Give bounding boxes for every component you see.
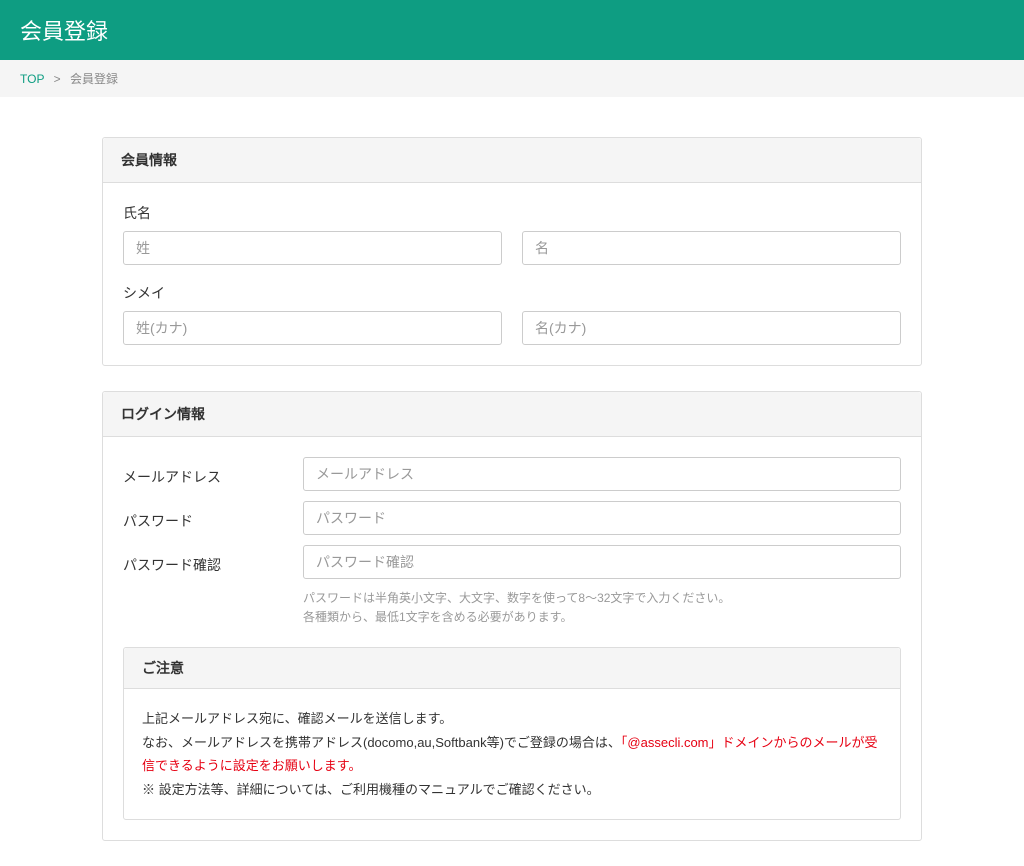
- notice-body: 上記メールアドレス宛に、確認メールを送信します。 なお、メールアドレスを携帯アド…: [124, 689, 900, 819]
- last-name-input[interactable]: [123, 231, 502, 265]
- password-input[interactable]: [303, 501, 901, 535]
- password-help-line2: 各種類から、最低1文字を含める必要があります。: [303, 608, 901, 627]
- email-label: メールアドレス: [123, 461, 303, 487]
- first-name-kana-input[interactable]: [522, 311, 901, 345]
- notice-line2a: なお、メールアドレスを携帯アドレス(docomo,au,Softbank等)でご…: [142, 735, 621, 750]
- page-title: 会員登録: [20, 19, 108, 44]
- page-header: 会員登録: [0, 0, 1024, 60]
- login-info-heading: ログイン情報: [103, 392, 921, 437]
- breadcrumb-current: 会員登録: [70, 72, 118, 86]
- notice-heading: ご注意: [124, 648, 900, 689]
- last-name-kana-input[interactable]: [123, 311, 502, 345]
- notice-line3: ※ 設定方法等、詳細については、ご利用機種のマニュアルでご確認ください。: [142, 778, 882, 801]
- password-confirm-label: パスワード確認: [123, 549, 303, 575]
- name-label: 氏名: [123, 203, 901, 223]
- breadcrumb: TOP > 会員登録: [0, 60, 1024, 97]
- password-confirm-input[interactable]: [303, 545, 901, 579]
- member-info-panel: 会員情報 氏名 シメイ: [102, 137, 922, 366]
- kana-label: シメイ: [123, 283, 901, 303]
- password-help-line1: パスワードは半角英小文字、大文字、数字を使って8～32文字で入力ください。: [303, 589, 901, 608]
- notice-line2: なお、メールアドレスを携帯アドレス(docomo,au,Softbank等)でご…: [142, 731, 882, 778]
- password-help-text: パスワードは半角英小文字、大文字、数字を使って8～32文字で入力ください。 各種…: [303, 589, 901, 627]
- first-name-input[interactable]: [522, 231, 901, 265]
- password-label: パスワード: [123, 505, 303, 531]
- notice-line1: 上記メールアドレス宛に、確認メールを送信します。: [142, 707, 882, 730]
- login-info-panel: ログイン情報 メールアドレス パスワード パスワード確認: [102, 391, 922, 841]
- breadcrumb-top-link[interactable]: TOP: [20, 72, 44, 86]
- email-input[interactable]: [303, 457, 901, 491]
- member-info-heading: 会員情報: [103, 138, 921, 183]
- breadcrumb-separator: >: [54, 72, 61, 86]
- notice-panel: ご注意 上記メールアドレス宛に、確認メールを送信します。 なお、メールアドレスを…: [123, 647, 901, 820]
